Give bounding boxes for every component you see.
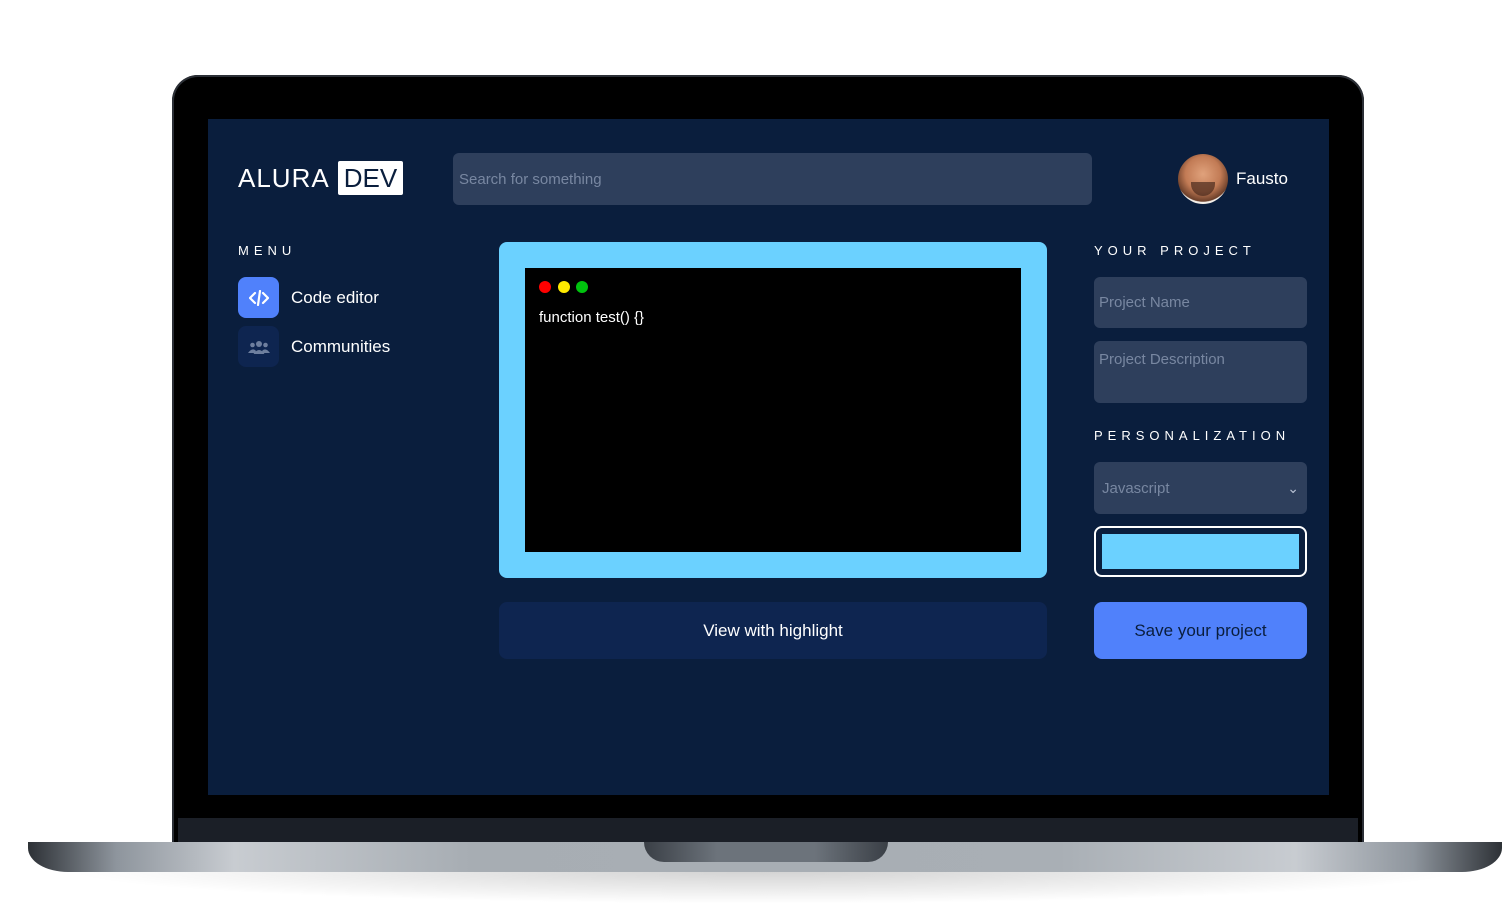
brand-logo-text: ALURA	[238, 162, 330, 193]
window-dot-yellow	[558, 281, 570, 293]
user-name: Fausto	[1236, 169, 1288, 188]
window-dot-red	[539, 281, 551, 293]
sidebar-item-code-editor[interactable]: Code editor	[238, 277, 379, 318]
language-select[interactable]: Javascript ⌄	[1094, 462, 1307, 514]
brand-logo-badge: DEV	[337, 161, 404, 195]
save-project-button[interactable]: Save your project	[1094, 602, 1307, 659]
window-dot-green	[576, 281, 588, 293]
language-select-value: Javascript	[1102, 479, 1170, 497]
chevron-down-icon: ⌄	[1287, 479, 1299, 496]
sidebar-item-label: Code editor	[291, 287, 379, 307]
users-icon	[238, 326, 279, 367]
color-swatch	[1102, 534, 1299, 569]
color-picker[interactable]	[1094, 526, 1307, 577]
laptop-shadow	[60, 870, 1470, 904]
personalization-title: PERSONALIZATION	[1094, 428, 1291, 443]
code-content[interactable]: function test() {}	[539, 309, 644, 326]
menu-title: MENU	[238, 243, 297, 258]
code-icon	[238, 277, 279, 318]
search-input[interactable]	[453, 153, 1092, 205]
app-screen: ALURA DEV Fausto MENU Code editor Commun…	[208, 119, 1329, 795]
project-title: YOUR PROJECT	[1094, 243, 1256, 258]
brand-logo[interactable]: ALURA DEV	[238, 161, 404, 195]
sidebar-item-label: Communities	[291, 336, 391, 356]
project-name-input[interactable]	[1094, 277, 1307, 328]
code-editor[interactable]: function test() {}	[525, 268, 1021, 552]
view-highlight-button[interactable]: View with highlight	[499, 602, 1047, 659]
laptop-notch	[644, 842, 888, 862]
laptop-chin	[178, 818, 1358, 844]
sidebar-item-communities[interactable]: Communities	[238, 326, 390, 367]
user-profile[interactable]: Fausto	[1178, 154, 1288, 204]
code-editor-frame: function test() {}	[499, 242, 1047, 578]
project-description-input[interactable]	[1094, 341, 1307, 403]
avatar[interactable]	[1178, 154, 1228, 204]
